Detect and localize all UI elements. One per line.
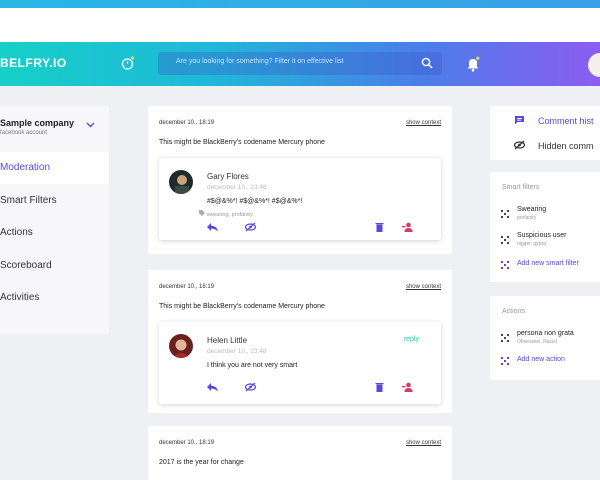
- tag-icon: [199, 210, 205, 216]
- post-card: december 10., 18:19 show context This mi…: [148, 106, 452, 254]
- sidebar-item-label: Actions: [0, 227, 33, 238]
- action-item[interactable]: persona non grata Obsessive, Racist: [490, 328, 600, 350]
- company-account: facebook account: [0, 130, 48, 136]
- actions-panel: Actions persona non grata Obsessive, Rac…: [490, 296, 600, 380]
- commenter-name: Helen Little: [207, 336, 248, 345]
- sidebar-item-scoreboard[interactable]: Scoreboard: [0, 250, 109, 282]
- reply-icon[interactable]: [207, 382, 218, 392]
- panel-title: Actions: [502, 308, 525, 315]
- post-date: december 10., 18:19: [159, 284, 215, 290]
- comment-history-item[interactable]: Comment hist: [490, 109, 600, 133]
- browser-bar: [0, 8, 600, 42]
- comment-card: Helen Little december 10., 23:48 I think…: [159, 322, 441, 404]
- filter-name: Swearing: [517, 206, 547, 213]
- post-card: december 10., 18:19 show context 2017 is…: [148, 426, 452, 480]
- sidebar-item-actions[interactable]: Actions: [0, 217, 109, 249]
- hide-icon[interactable]: [245, 222, 256, 232]
- trash-icon[interactable]: [374, 222, 385, 232]
- comment-icon: [515, 116, 524, 125]
- filter-keywords: profanity: [517, 215, 537, 221]
- comment-text: #$@&%*! #$@&%*! #$@&%*!: [207, 198, 303, 205]
- comment-date: december 10., 23:48: [207, 348, 267, 355]
- hidden-icon: [514, 140, 525, 150]
- comment-history-label: Comment hist: [538, 116, 594, 126]
- search-icon[interactable]: [421, 57, 433, 69]
- stopwatch-icon[interactable]: [121, 56, 135, 70]
- search-input[interactable]: Are you looking for something? Filter it…: [176, 58, 344, 65]
- commenter-name: Gary Flores: [207, 172, 249, 181]
- post-text: This might be BlackBerry's codename Merc…: [159, 139, 325, 146]
- add-icon: [501, 261, 509, 269]
- post-text: 2017 is the year for change: [159, 459, 244, 466]
- hidden-comments-item[interactable]: Hidden comm: [490, 134, 600, 158]
- company-selector[interactable]: Sample company facebook account: [0, 118, 109, 148]
- remove-user-icon[interactable]: [402, 382, 413, 392]
- show-context-link[interactable]: show context: [406, 120, 441, 126]
- trash-icon[interactable]: [374, 382, 385, 392]
- sidebar-item-smart-filters[interactable]: Smart Filters: [0, 185, 109, 217]
- reply-button[interactable]: reply: [404, 336, 419, 343]
- drag-handle-icon[interactable]: [501, 334, 509, 342]
- smart-filter-item[interactable]: Swearing profanity: [490, 204, 600, 226]
- show-context-link[interactable]: show context: [406, 284, 441, 290]
- reply-icon[interactable]: [207, 222, 218, 232]
- panel-title: Smart filters: [502, 184, 540, 191]
- post-card: december 10., 18:19 show context This mi…: [148, 270, 452, 413]
- add-action-label: Add new action: [517, 356, 565, 363]
- top-strip: [0, 0, 600, 8]
- sidebar-item-moderation[interactable]: Moderation: [0, 152, 109, 184]
- comment-card: Gary Flores december 10., 23:48 #$@&%*! …: [159, 158, 441, 240]
- action-keywords: Obsessive, Racist: [517, 339, 558, 345]
- sidebar-item-label: Activities: [0, 292, 40, 303]
- drag-handle-icon[interactable]: [501, 210, 509, 218]
- sidebar-item-activities[interactable]: Activities: [0, 282, 109, 314]
- comment-tags-label: swearing, profanity: [206, 212, 253, 218]
- sidebar-item-label: Smart Filters: [0, 195, 57, 206]
- add-smart-filter-button[interactable]: Add new smart filter: [490, 258, 600, 272]
- comment-text: I think you are not very smart: [207, 362, 298, 369]
- comment-tags: swearing, profanity: [199, 210, 253, 218]
- add-action-button[interactable]: Add new action: [490, 354, 600, 368]
- smart-filter-item[interactable]: Suspicious user nigger, gypsy: [490, 230, 600, 252]
- commenter-avatar: [169, 170, 193, 194]
- filter-name: Suspicious user: [517, 232, 567, 239]
- filter-keywords: nigger, gypsy: [517, 241, 547, 247]
- show-context-link[interactable]: show context: [406, 440, 441, 446]
- post-text: This might be BlackBerry's codename Merc…: [159, 303, 325, 310]
- search-bar[interactable]: Are you looking for something? Filter it…: [158, 52, 442, 75]
- sidebar: Sample company facebook account Moderati…: [0, 106, 109, 334]
- commenter-avatar: [169, 334, 193, 358]
- app-header: BELFRY.IO Are you looking for something?…: [0, 42, 600, 86]
- post-date: december 10., 18:19: [159, 120, 215, 126]
- company-name: Sample company: [0, 118, 75, 128]
- remove-user-icon[interactable]: [402, 222, 413, 232]
- bell-icon[interactable]: [466, 56, 480, 72]
- view-switcher: Comment hist Hidden comm: [490, 106, 600, 160]
- post-date: december 10., 18:19: [159, 440, 215, 446]
- drag-handle-icon[interactable]: [501, 236, 509, 244]
- hide-icon[interactable]: [245, 382, 256, 392]
- action-name: persona non grata: [517, 330, 574, 337]
- logo[interactable]: BELFRY.IO: [0, 56, 67, 70]
- user-avatar[interactable]: [588, 53, 600, 77]
- smart-filters-panel: Smart filters Swearing profanity Suspici…: [490, 172, 600, 282]
- comment-date: december 10., 23:48: [207, 184, 267, 191]
- hidden-comments-label: Hidden comm: [538, 141, 594, 151]
- add-smart-filter-label: Add new smart filter: [517, 260, 579, 267]
- add-icon: [501, 357, 509, 365]
- sidebar-item-label: Scoreboard: [0, 260, 52, 271]
- chevron-down-icon[interactable]: [86, 122, 95, 128]
- sidebar-item-label: Moderation: [0, 162, 51, 173]
